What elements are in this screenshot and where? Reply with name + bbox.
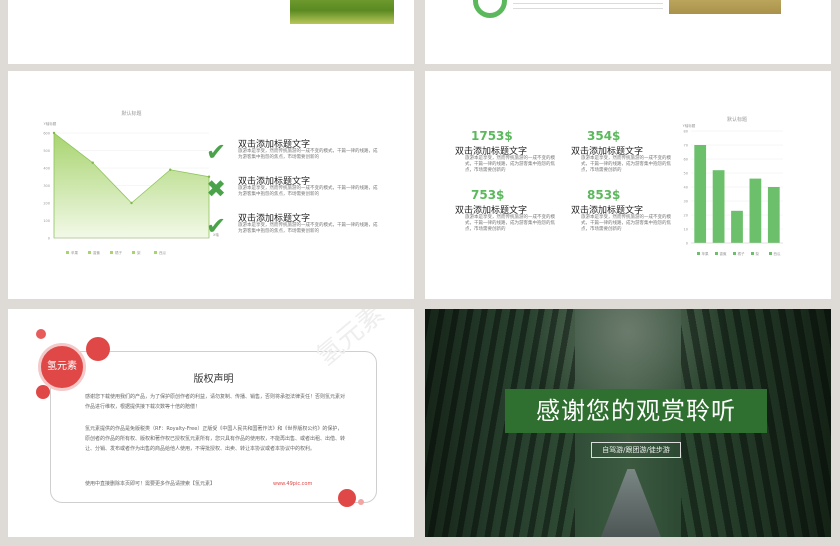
data-point: [91, 161, 94, 164]
legend-label: 橘子: [738, 251, 746, 256]
y-tick-label: 100: [43, 219, 50, 223]
bar: [749, 178, 762, 243]
badge-text: 氢元素: [47, 361, 77, 372]
copyright-paragraph-1: 感谢您下载使用我们的产品，为了保护原创作者的利益，请勿复制、传播、销售，否则将承…: [85, 394, 346, 410]
y-tick-label: 20: [684, 214, 688, 218]
red-dot-bottom: [338, 489, 356, 507]
bar: [694, 145, 707, 243]
stat-body: 旅游本是享受，然而传统旅游的一成不变的模式，千篇一律的线路，成为游客集中抱怨的焦…: [581, 215, 671, 232]
y-tick-label: 0: [686, 242, 688, 246]
slide-thumbnail-thanks[interactable]: 感谢您的观赏聆听 自驾游/跟团游/徒步游: [425, 309, 831, 537]
y-tick-label: 0: [48, 237, 50, 241]
data-point: [130, 201, 133, 205]
legend-label: 橘子: [115, 250, 122, 255]
slide-thumbnail-1[interactable]: [8, 0, 414, 64]
legend-swatch: [733, 252, 736, 255]
donut-chart-fragment: [473, 0, 507, 18]
stat-value: 753$: [471, 188, 505, 202]
copyright-box: 版权声明 感谢您下载使用我们的产品，为了保护原创作者的利益，请勿复制、传播、销售…: [50, 351, 377, 503]
legend-label: 香蕉: [93, 250, 100, 255]
bar-chart: 默认标题 Y轴标题 0 10 20 30 40 50 60 70 80 苹果 香蕉 橘子 梨 西瓜: [683, 116, 783, 256]
slide-thumbnail-bar-chart[interactable]: 默认标题 Y轴标题 0 10 20 30 40 50 60 70 80 苹果 香蕉 橘子 梨 西瓜 1753$…: [425, 71, 831, 299]
y-tick-label: 40: [684, 186, 688, 190]
y-tick-label: 70: [684, 144, 688, 148]
y-tick-label: 30: [684, 200, 688, 204]
y-tick-label: 500: [43, 149, 50, 153]
copyright-footer: 使用中直接删除本页即可！需要更多作品请搜索【氢元素】: [85, 481, 216, 487]
legend-swatch: [154, 251, 157, 254]
slide-thumbnail-copyright[interactable]: 版权声明 感谢您下载使用我们的产品，为了保护原创作者的利益，请勿复制、传播、销售…: [8, 309, 414, 537]
stat-body: 旅游本是享受，然而传统旅游的一成不变的模式，千篇一律的线路，成为游客集中抱怨的焦…: [581, 156, 671, 173]
y-tick-label: 600: [43, 132, 50, 136]
legend-label: 苹果: [702, 251, 710, 256]
y-tick-label: 300: [43, 184, 50, 188]
bar: [731, 210, 743, 243]
legend-swatch: [769, 252, 772, 255]
legend-label: 香蕉: [720, 251, 728, 256]
stat-value: 1753$: [471, 129, 513, 143]
data-point: [52, 131, 56, 135]
y-tick-label: 50: [684, 172, 688, 176]
legend-label: 梨: [756, 251, 760, 256]
y-tick-label: 200: [43, 202, 50, 206]
slide-thumbnail-area-chart[interactable]: 默认标题 Y轴标题 X轴 0 100 200 300 400 500 600 苹果 香蕉 橘子梨西瓜 ✔…: [8, 71, 414, 299]
stat-body: 旅游本是享受，然而传统旅游的一成不变的模式，千篇一律的线路，成为游客集中抱怨的焦…: [465, 156, 555, 173]
legend-swatch: [66, 251, 69, 254]
y-tick-label: 400: [43, 167, 50, 171]
item-body: 旅游本是享受，然而传统旅游的一成不变的模式，千篇一律的线路，成为游客集中抱怨的焦…: [238, 223, 378, 234]
stat-value: 354$: [587, 129, 621, 143]
legend-label: 梨: [137, 250, 141, 255]
legend-label: 西瓜: [774, 251, 782, 256]
bar: [712, 170, 725, 243]
check-icon: ✔: [205, 212, 227, 240]
legend-label: 苹果: [71, 250, 78, 255]
chart-title: 默认标题: [121, 110, 141, 117]
stat-body: 旅游本是享受，然而传统旅游的一成不变的模式，千篇一律的线路，成为游客集中抱怨的焦…: [465, 215, 555, 232]
item-body: 旅游本是享受，然而传统旅游的一成不变的模式，千篇一律的线路，成为游客集中抱怨的焦…: [238, 149, 378, 160]
grass-photo: [290, 0, 394, 24]
item-body: 旅游本是享受，然而传统旅游的一成不变的模式，千篇一律的线路，成为游客集中抱怨的焦…: [238, 186, 378, 197]
fragment-text: [513, 0, 663, 12]
copyright-paragraph-2: 氢元素提供的作品是免版税类（RF：Royalty-Free）正版受《中国人民共和…: [85, 426, 346, 452]
legend-label: 西瓜: [159, 250, 166, 255]
y-axis-label: Y轴标题: [44, 121, 57, 126]
legend-swatch: [715, 252, 718, 255]
chart-title: 默认标题: [727, 116, 747, 123]
bar: [767, 187, 780, 243]
slide-thumbnail-2[interactable]: [425, 0, 831, 64]
y-tick-label: 10: [684, 228, 688, 232]
red-dot-small: [36, 329, 46, 339]
y-tick-label: 80: [684, 130, 688, 134]
red-dot-medium: [36, 385, 50, 399]
area-chart: 默认标题Y轴标题X轴0100200300400500600苹果 香蕉 橘子梨西瓜: [43, 110, 219, 255]
badge-circle: 氢元素: [38, 343, 86, 391]
red-dot-large: [86, 337, 110, 361]
legend-swatch: [697, 252, 700, 255]
y-tick-label: 60: [684, 158, 688, 162]
cross-icon: ✖: [205, 175, 227, 203]
legend-swatch: [132, 251, 135, 254]
legend-swatch: [88, 251, 91, 254]
red-dot-bottom-small: [358, 499, 364, 505]
y-axis-label: Y轴标题: [683, 123, 696, 128]
stat-value: 853$: [587, 188, 621, 202]
copyright-title: 版权声明: [193, 374, 234, 385]
field-photo: [669, 0, 781, 14]
tagline: 自驾游/跟团游/徒步游: [591, 442, 681, 458]
check-icon: ✔: [205, 138, 227, 166]
legend-swatch: [751, 252, 754, 255]
data-point: [169, 168, 172, 171]
legend-swatch: [110, 251, 113, 254]
site-link[interactable]: www.49pic.com: [273, 479, 312, 489]
thanks-title: 感谢您的观赏聆听: [505, 389, 767, 433]
